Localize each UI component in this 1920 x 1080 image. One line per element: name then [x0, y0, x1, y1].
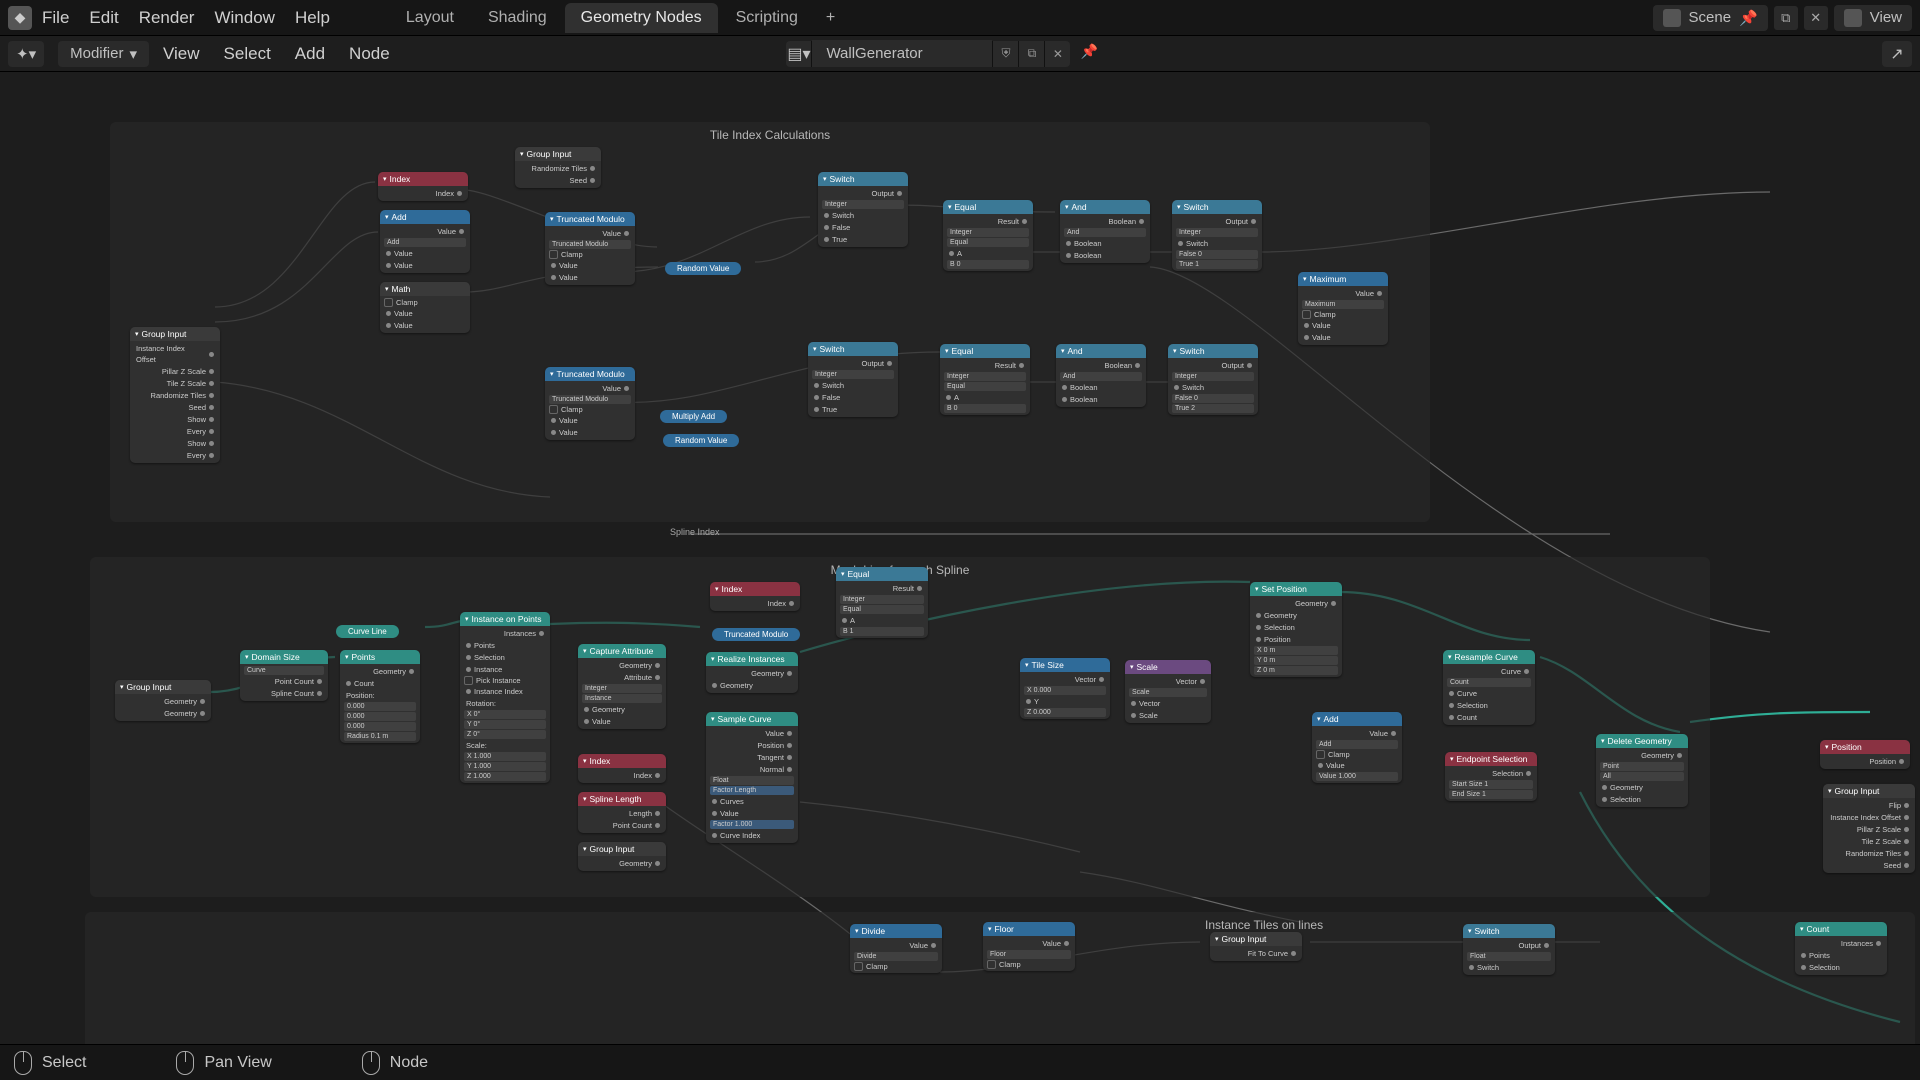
node-random-value-2[interactable]: Random Value — [663, 434, 739, 447]
node-points[interactable]: Points Geometry Count Position: 0.000 0.… — [340, 650, 420, 743]
node-divide[interactable]: Divide Value Divide Clamp — [850, 924, 942, 973]
node-switch-2[interactable]: Switch Output Integer Switch False True — [808, 342, 898, 417]
node-switch-int-2[interactable]: Switch Output Integer Switch False 0 Tru… — [1168, 344, 1258, 415]
nodegroup-browse-icon[interactable]: ▤▾ — [786, 41, 812, 67]
mouse-right-icon — [362, 1051, 380, 1075]
viewlayer-selector[interactable]: View — [1834, 5, 1912, 31]
node-tile-size[interactable]: Tile Size Vector X 0.000 Y Z 0.000 — [1020, 658, 1110, 719]
node-index[interactable]: Index Index — [378, 172, 468, 201]
menu-help[interactable]: Help — [295, 8, 330, 28]
node-set-position[interactable]: Set Position Geometry Geometry Selection… — [1250, 582, 1342, 677]
node-instance-on-points[interactable]: Instance on Points Instances Points Sele… — [460, 612, 550, 783]
node-add-2[interactable]: Add Value Add Clamp Value Value 1.000 — [1312, 712, 1402, 783]
frame-spline-label: Spline Index — [670, 527, 720, 537]
node-curve-line[interactable]: Curve Line — [336, 625, 399, 638]
editor-type-selector[interactable]: ✦▾ — [8, 41, 44, 67]
node-resample-curve[interactable]: Resample Curve Curve Count Curve Selecti… — [1443, 650, 1535, 725]
menu-add[interactable]: Add — [295, 44, 325, 64]
node-truncated-modulo[interactable]: Truncated Modulo Value Truncated Modulo … — [545, 212, 635, 285]
frame-title: Tile Index Calculations — [710, 128, 830, 142]
menu-node[interactable]: Node — [349, 44, 390, 64]
pin-icon[interactable]: 📌 — [1739, 9, 1758, 27]
shield-icon[interactable]: ⛨ — [992, 41, 1018, 67]
node-group-input[interactable]: Group Input Instance Index Offset Pillar… — [130, 327, 220, 463]
node-floor[interactable]: Floor Value Floor Clamp — [983, 922, 1075, 971]
node-index-3[interactable]: Index Index — [710, 582, 800, 611]
frame-tile-index-calc[interactable]: Tile Index Calculations — [110, 122, 1430, 522]
node-add[interactable]: Add Value Add Value Value — [380, 210, 470, 273]
blender-logo-icon: ◆ — [8, 6, 32, 30]
node-endpoint-selection[interactable]: Endpoint Selection Selection Start Size … — [1445, 752, 1537, 801]
menu-render[interactable]: Render — [139, 8, 195, 28]
node-equal[interactable]: Equal Result Integer Equal A B 0 — [943, 200, 1033, 271]
mouse-left-icon — [14, 1051, 32, 1075]
node-realize-instances[interactable]: Realize Instances Geometry Geometry — [706, 652, 798, 693]
status-node: Node — [390, 1054, 428, 1072]
tab-shading[interactable]: Shading — [472, 3, 563, 33]
node-random-value[interactable]: Random Value — [665, 262, 741, 275]
node-equal-3[interactable]: Equal Result Integer Equal A B 1 — [836, 567, 928, 638]
node-index-2[interactable]: Index Index — [578, 754, 666, 783]
node-switch-int[interactable]: Switch Output Integer Switch False 0 Tru… — [1172, 200, 1262, 271]
tree-type-selector[interactable]: Modifier▾ — [58, 41, 149, 67]
menu-view[interactable]: View — [163, 44, 200, 64]
node-and-2[interactable]: And Boolean And Boolean Boolean — [1056, 344, 1146, 407]
top-menubar: ◆ File Edit Render Window Help Layout Sh… — [0, 0, 1920, 36]
editor-menu: View Select Add Node — [163, 44, 390, 64]
parent-nodegroup-icon[interactable]: ↗ — [1882, 41, 1912, 67]
node-maximum[interactable]: Maximum Value Maximum Clamp Value Value — [1298, 272, 1388, 345]
viewlayer-name: View — [1870, 9, 1902, 26]
scene-selector[interactable]: Scene 📌 — [1653, 5, 1768, 31]
node-sample-curve[interactable]: Sample Curve Value Position Tangent Norm… — [706, 712, 798, 843]
mouse-middle-icon — [176, 1051, 194, 1075]
status-bar: Select Pan View Node — [0, 1044, 1920, 1080]
node-group-input-3[interactable]: Group Input GeometryGeometry — [115, 680, 211, 721]
node-position[interactable]: Position Position — [1820, 740, 1910, 769]
node-count[interactable]: Count Instances Points Selection — [1795, 922, 1887, 975]
nodegroup-selector: ▤▾ WallGenerator ⛨ ⧉ ✕ 📌 — [786, 40, 1102, 67]
node-multiply-add[interactable]: Multiply Add — [660, 410, 727, 423]
node-switch-3[interactable]: Switch Output Float Switch — [1463, 924, 1555, 975]
node-spline-length[interactable]: Spline Length Length Point Count — [578, 792, 666, 833]
main-menu: File Edit Render Window Help — [42, 8, 330, 28]
tab-add-workspace[interactable]: + — [816, 3, 845, 33]
tab-scripting[interactable]: Scripting — [720, 3, 814, 33]
workspace-tabs: Layout Shading Geometry Nodes Scripting … — [390, 3, 845, 33]
menu-select[interactable]: Select — [224, 44, 271, 64]
node-scale[interactable]: Scale Vector Scale Vector Scale — [1125, 660, 1211, 723]
new-scene-icon[interactable]: ⧉ — [1774, 6, 1798, 30]
duplicate-icon[interactable]: ⧉ — [1018, 41, 1044, 67]
scene-name: Scene — [1689, 9, 1732, 26]
node-group-input-5[interactable]: Group Input Flip Instance Index Offset P… — [1823, 784, 1915, 873]
frame-title: Instance Tiles on lines — [1205, 918, 1323, 932]
menu-window[interactable]: Window — [214, 8, 274, 28]
node-group-input-4[interactable]: Group Input Geometry — [578, 842, 666, 871]
editor-header: ✦▾ Modifier▾ View Select Add Node ▤▾ Wal… — [0, 36, 1920, 72]
node-switch[interactable]: Switch Output Integer Switch False True — [818, 172, 908, 247]
node-equal-2[interactable]: Equal Result Integer Equal A B 0 — [940, 344, 1030, 415]
nodegroup-name-field[interactable]: WallGenerator — [812, 40, 992, 67]
node-group-input-6[interactable]: Group Input Fit To Curve — [1210, 932, 1302, 961]
status-pan: Pan View — [204, 1054, 271, 1072]
node-truncated-modulo-3[interactable]: Truncated Modulo — [712, 628, 800, 641]
viewlayer-icon — [1844, 9, 1862, 27]
node-truncated-modulo-2[interactable]: Truncated Modulo Value Truncated Modulo … — [545, 367, 635, 440]
node-delete-geometry[interactable]: Delete Geometry Geometry Point All Geome… — [1596, 734, 1688, 807]
node-group-input-small[interactable]: Group Input Randomize Tiles Seed — [515, 147, 601, 188]
menu-edit[interactable]: Edit — [89, 8, 118, 28]
node-domain-size[interactable]: Domain Size Curve Point Count Spline Cou… — [240, 650, 328, 701]
node-and[interactable]: And Boolean And Boolean Boolean — [1060, 200, 1150, 263]
tab-layout[interactable]: Layout — [390, 3, 470, 33]
menu-file[interactable]: File — [42, 8, 69, 28]
node-editor-canvas[interactable]: Tile Index Calculations Spline Index Mes… — [0, 72, 1920, 1044]
pin-icon[interactable]: 📌 — [1080, 43, 1102, 65]
node-capture-attribute[interactable]: Capture Attribute Geometry Attribute Int… — [578, 644, 666, 729]
scene-icon — [1663, 9, 1681, 27]
unlink-icon[interactable]: ✕ — [1044, 41, 1070, 67]
tab-geometry-nodes[interactable]: Geometry Nodes — [565, 3, 718, 33]
status-select: Select — [42, 1054, 86, 1072]
node-math[interactable]: Math Clamp Value Value — [380, 282, 470, 333]
delete-scene-icon[interactable]: ✕ — [1804, 6, 1828, 30]
